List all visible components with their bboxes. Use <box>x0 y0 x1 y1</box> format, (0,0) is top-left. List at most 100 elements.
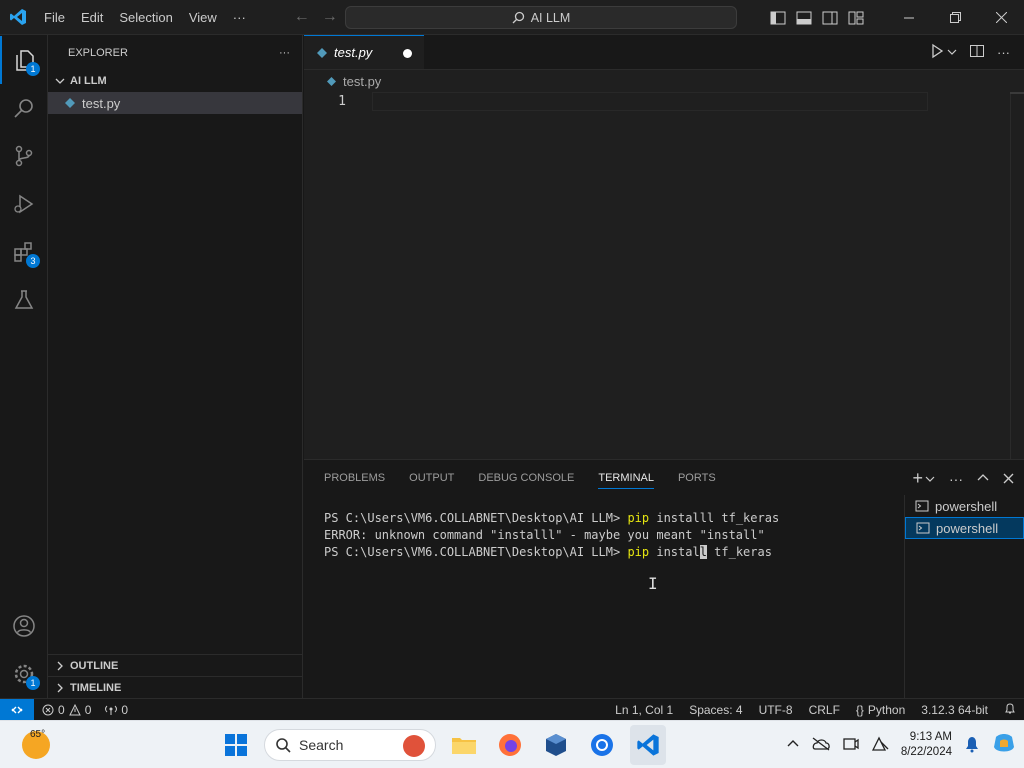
terminal-line: PS C:\Users\VM6.COLLABNET\Desktop\AI LLM… <box>324 510 779 527</box>
customize-layout-icon[interactable] <box>848 10 864 26</box>
error-icon <box>42 704 54 715</box>
chevron-right-icon <box>57 661 63 670</box>
run-dropdown-icon[interactable] <box>947 45 957 60</box>
testing-activity[interactable] <box>0 276 48 324</box>
language-label: Python <box>867 703 906 717</box>
split-editor-icon[interactable] <box>969 43 985 62</box>
toggle-primary-sidebar-icon[interactable] <box>770 10 786 26</box>
timeline-label: TIMELINE <box>70 681 122 694</box>
indentation[interactable]: Spaces: 4 <box>689 703 742 717</box>
bottom-panel: PROBLEMS OUTPUT DEBUG CONSOLE TERMINAL P… <box>304 459 1024 699</box>
run-debug-icon <box>14 194 34 214</box>
tab-output[interactable]: OUTPUT <box>409 472 454 484</box>
show-hidden-icons-chevron-icon[interactable] <box>787 738 799 753</box>
line-number: 1 <box>338 94 346 109</box>
notification-bell-icon[interactable] <box>964 735 980 756</box>
tab-test-py[interactable]: test.py <box>304 35 424 69</box>
overview-ruler-cursor <box>1010 92 1024 94</box>
explorer-title: EXPLORER <box>68 46 128 59</box>
firefox-taskbar[interactable] <box>492 725 528 765</box>
explorer-sidebar: EXPLORER ··· AI LLM test.py OUTLINE TIME… <box>48 35 303 698</box>
menu-file[interactable]: File <box>36 0 73 35</box>
virtualbox-taskbar[interactable] <box>538 725 574 765</box>
close-panel-icon[interactable] <box>1003 471 1014 487</box>
copilot-icon[interactable] <box>992 733 1016 758</box>
start-button[interactable] <box>218 725 254 765</box>
extensions-activity[interactable]: 3 <box>0 228 48 276</box>
explorer-activity[interactable]: 1 <box>0 36 48 84</box>
ports-count: 0 <box>121 702 129 717</box>
terminal-args: instal <box>649 545 700 559</box>
new-terminal-button[interactable]: + <box>912 468 923 489</box>
toggle-panel-icon[interactable] <box>796 10 812 26</box>
timeline-section[interactable]: TIMELINE <box>48 676 303 698</box>
terminal-output[interactable]: PS C:\Users\VM6.COLLABNET\Desktop\AI LLM… <box>324 510 779 561</box>
tab-debug-console[interactable]: DEBUG CONSOLE <box>478 472 574 484</box>
menu-more[interactable]: ··· <box>225 0 254 35</box>
activity-bar: 1 3 1 <box>0 35 48 698</box>
terminal-instance-active[interactable]: powershell <box>905 517 1024 539</box>
breadcrumb[interactable]: test.py <box>304 70 1024 92</box>
maximize-panel-icon[interactable] <box>977 471 989 487</box>
terminal-args: tf_keras <box>706 545 772 559</box>
run-file-button[interactable] <box>929 43 945 62</box>
menu-view[interactable]: View <box>181 0 225 35</box>
remote-indicator[interactable] <box>0 698 34 721</box>
onedrive-offline-icon[interactable] <box>811 736 831 754</box>
python-interpreter[interactable]: 3.12.3 64-bit <box>921 703 988 717</box>
unsaved-dot-icon[interactable] <box>403 49 412 58</box>
more-actions-icon[interactable]: ··· <box>997 45 1010 60</box>
menu-edit[interactable]: Edit <box>73 0 111 35</box>
network-volume-icon[interactable] <box>871 736 889 755</box>
terminal-args: installl tf_keras <box>649 511 780 525</box>
problems-status[interactable]: 0 0 <box>42 703 91 717</box>
close-window-button[interactable] <box>978 0 1024 35</box>
accounts-activity[interactable] <box>0 602 48 650</box>
forward-arrow-icon[interactable]: → <box>322 8 338 26</box>
notifications-bell-icon[interactable] <box>1004 702 1016 718</box>
language-mode[interactable]: {} Python <box>856 703 905 717</box>
terminal-icon <box>916 522 930 534</box>
chrome-taskbar[interactable] <box>584 725 620 765</box>
taskbar-search[interactable]: Search <box>264 729 436 761</box>
file-test-py[interactable]: test.py <box>48 92 302 114</box>
tab-ports[interactable]: PORTS <box>678 472 716 484</box>
remote-icon <box>11 706 23 713</box>
weather-temperature: 65° <box>30 729 46 740</box>
editor-scrollbar[interactable] <box>1010 92 1024 462</box>
code-line[interactable]: 1 <box>304 92 1024 111</box>
clock[interactable]: 9:13 AM 8/22/2024 <box>901 730 952 760</box>
editor-area: test.py ··· test.py 1 <box>304 35 1024 462</box>
file-explorer-taskbar[interactable] <box>446 725 482 765</box>
folder-ai-llm[interactable]: AI LLM <box>48 70 302 92</box>
terminal-dropdown-icon[interactable] <box>925 471 935 487</box>
search-activity[interactable] <box>0 84 48 132</box>
ports-status[interactable]: 0 <box>105 703 128 717</box>
tab-problems[interactable]: PROBLEMS <box>324 472 385 484</box>
command-center-search[interactable]: AI LLM <box>345 6 737 29</box>
cursor-position[interactable]: Ln 1, Col 1 <box>615 703 673 717</box>
chevron-down-icon <box>55 78 65 84</box>
terminal-prompt: PS C:\Users\VM6.COLLABNET\Desktop\AI LLM… <box>324 545 628 559</box>
file-encoding[interactable]: UTF-8 <box>759 703 793 717</box>
braces-icon: {} <box>855 703 864 717</box>
toggle-secondary-sidebar-icon[interactable] <box>822 10 838 26</box>
explorer-more-button[interactable]: ··· <box>279 47 290 59</box>
minimize-button[interactable] <box>886 0 932 35</box>
menu-selection[interactable]: Selection <box>111 0 180 35</box>
manage-activity[interactable]: 1 <box>0 650 48 698</box>
editor-actions: ··· <box>929 35 1010 70</box>
source-control-activity[interactable] <box>0 132 48 180</box>
run-debug-activity[interactable] <box>0 180 48 228</box>
outline-section[interactable]: OUTLINE <box>48 654 303 676</box>
restore-button[interactable] <box>932 0 978 35</box>
end-of-line[interactable]: CRLF <box>809 703 840 717</box>
panel-more-icon[interactable]: ··· <box>949 471 963 487</box>
vscode-taskbar[interactable] <box>630 725 666 765</box>
tab-terminal[interactable]: TERMINAL <box>598 472 654 489</box>
back-arrow-icon[interactable]: ← <box>294 8 310 26</box>
terminal-instance[interactable]: powershell <box>905 495 1024 517</box>
clock-date: 8/22/2024 <box>900 746 952 758</box>
meet-now-icon[interactable] <box>843 736 859 755</box>
terminal-line: ERROR: unknown command "installl" - mayb… <box>324 528 765 542</box>
